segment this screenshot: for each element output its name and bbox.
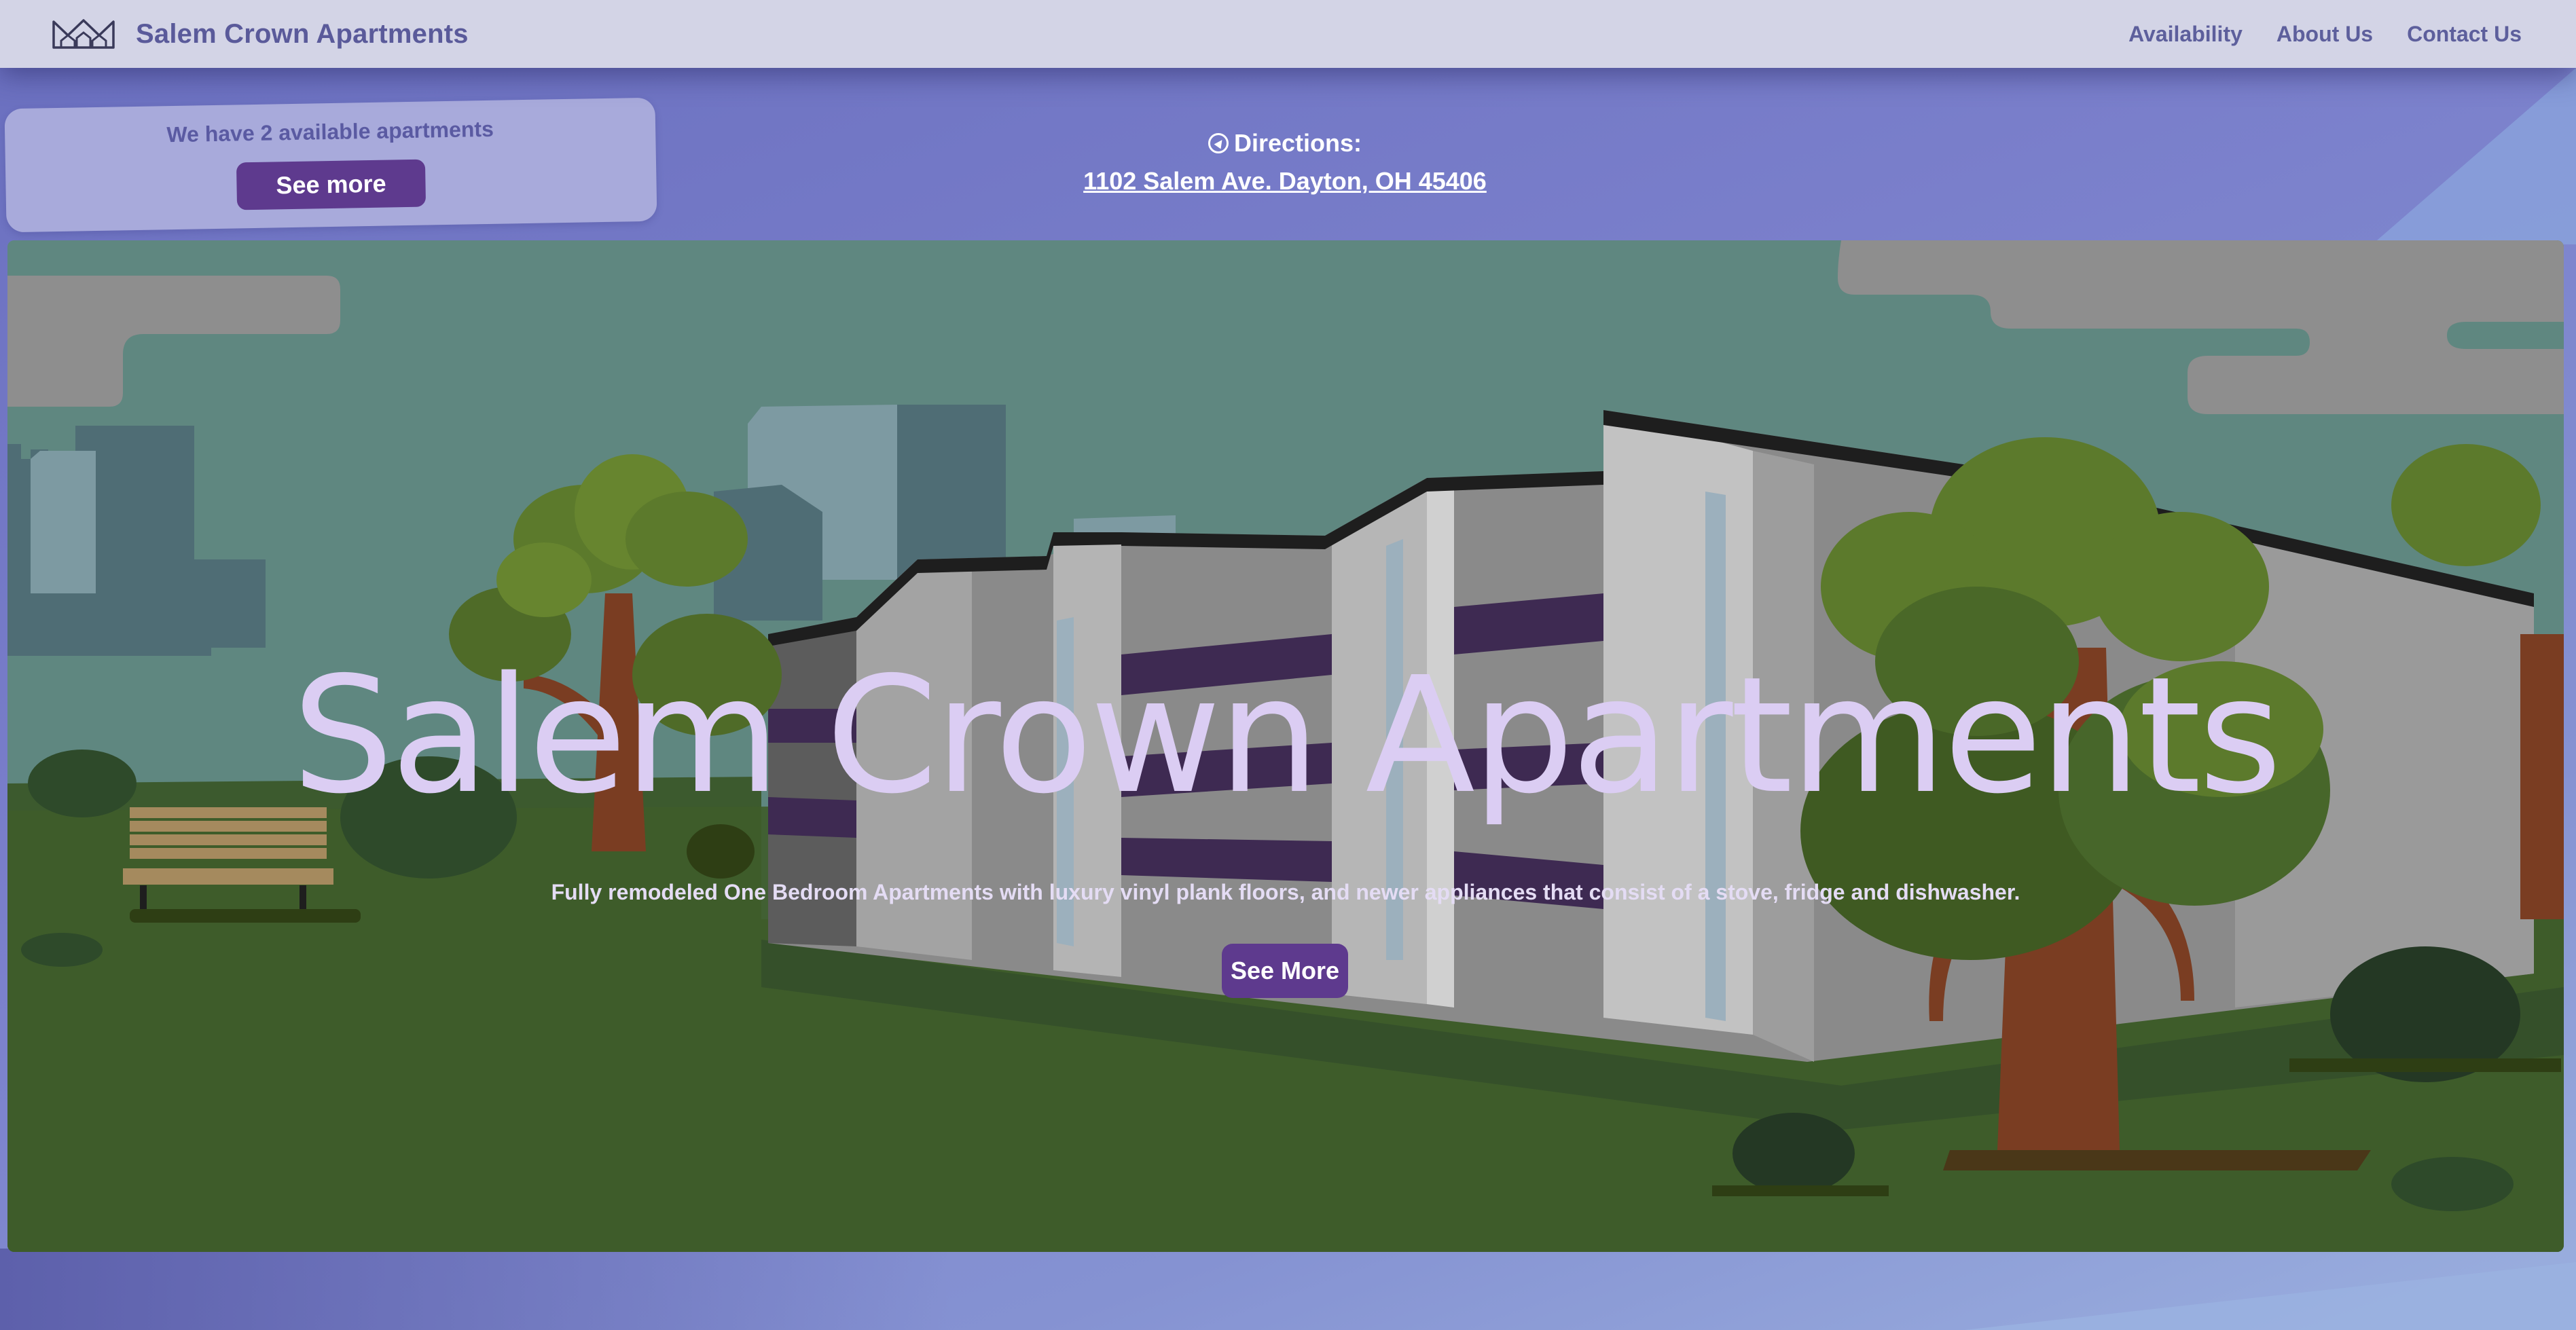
background-decoration — [2372, 68, 2576, 244]
navbar: Salem Crown Apartments Availability Abou… — [0, 0, 2576, 68]
crown-icon — [52, 18, 115, 50]
brand[interactable]: Salem Crown Apartments — [52, 18, 469, 50]
hero-see-more-button[interactable]: See More — [1222, 944, 1348, 998]
hero-title: Salem Crown Apartments — [291, 642, 2282, 829]
hero-subtitle: Fully remodeled One Bedroom Apartments w… — [551, 880, 2020, 904]
compass-icon — [1208, 133, 1229, 153]
nav-link-about-us[interactable]: About Us — [2276, 22, 2373, 47]
nav-links: Availability About Us Contact Us — [2128, 22, 2522, 47]
nav-link-availability[interactable]: Availability — [2128, 22, 2243, 47]
availability-text: We have 2 available apartments — [166, 116, 494, 147]
address-link[interactable]: 1102 Salem Ave. Dayton, OH 45406 — [1083, 167, 1487, 196]
background-decoration — [0, 1249, 951, 1330]
brand-name[interactable]: Salem Crown Apartments — [136, 19, 469, 50]
nav-link-contact-us[interactable]: Contact Us — [2407, 22, 2522, 47]
see-more-button[interactable]: See more — [236, 159, 427, 210]
hero-banner: Salem Crown Apartments Fully remodeled O… — [7, 240, 2564, 1252]
directions-heading-row: Directions: — [1013, 129, 1557, 158]
directions: Directions: 1102 Salem Ave. Dayton, OH 4… — [1013, 129, 1557, 196]
directions-heading: Directions: — [1233, 129, 1362, 157]
availability-card: We have 2 available apartments See more — [4, 97, 657, 233]
